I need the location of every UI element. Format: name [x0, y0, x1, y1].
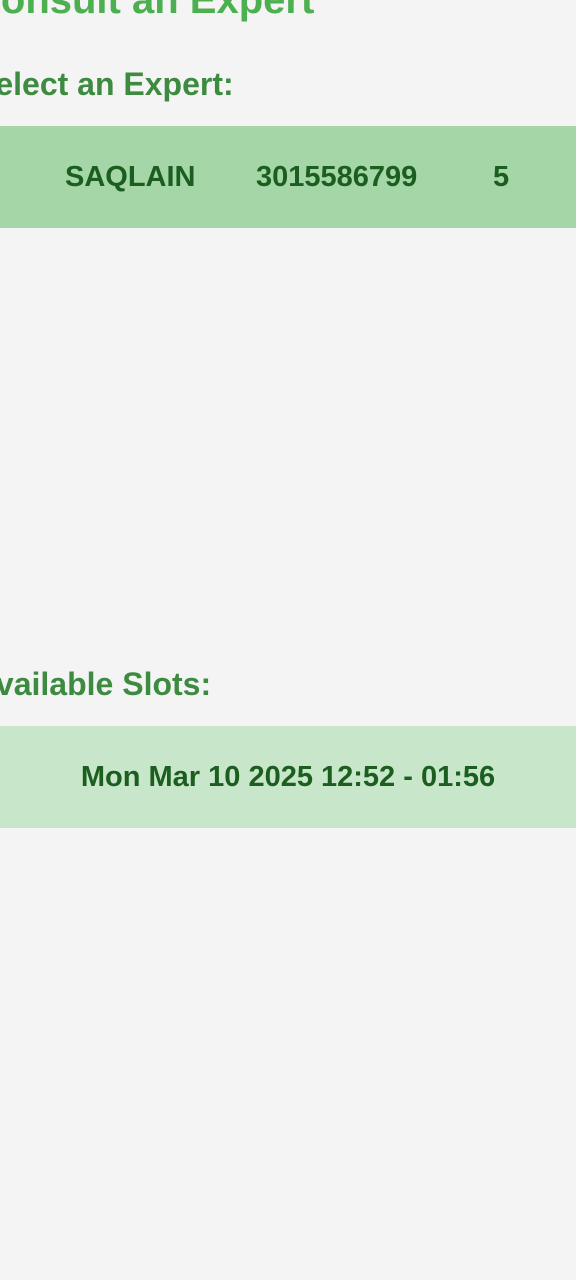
available-slots-label: Available Slots:: [0, 666, 212, 702]
slot-time: Mon Mar 10 2025 12:52 - 01:56: [80, 761, 496, 793]
expert-rating: 5: [493, 161, 510, 193]
expert-list-item[interactable]: SAQLAIN 3015586799 5: [0, 126, 576, 228]
expert-phone: 3015586799: [256, 161, 418, 193]
page-title: Consult an Expert: [0, 0, 315, 22]
consult-expert-screen: Consult an Expert Select an Expert: SAQL…: [0, 0, 576, 1280]
slot-list-item[interactable]: Mon Mar 10 2025 12:52 - 01:56: [0, 726, 576, 828]
expert-name: SAQLAIN: [65, 161, 196, 193]
select-expert-label: Select an Expert:: [0, 66, 234, 102]
